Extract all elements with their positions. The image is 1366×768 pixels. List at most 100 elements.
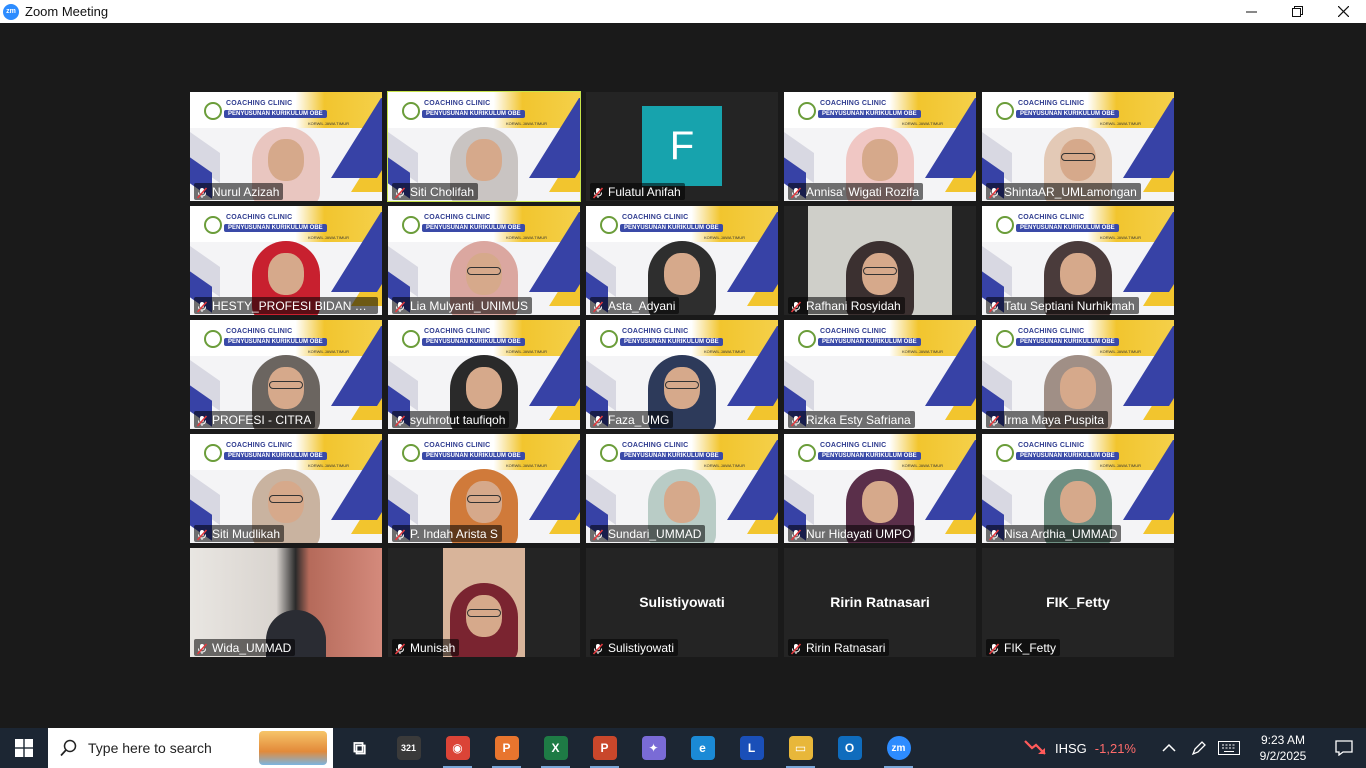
participant-tile[interactable]: COACHING CLINIC PENYUSUNAN KURIKULUM OBE K… — [388, 320, 580, 429]
participant-name: Nisa Ardhia_UMMAD — [1004, 526, 1118, 541]
mic-muted-icon — [196, 300, 208, 313]
taskbar-search[interactable]: Type here to search — [48, 728, 333, 768]
participant-tile[interactable]: F Fulatul Anifah — [586, 92, 778, 201]
participant-tile[interactable]: Rafhani Rosyidah — [784, 206, 976, 315]
participant-tile[interactable]: COACHING CLINIC PENYUSUNAN KURIKULUM OBE K… — [388, 206, 580, 315]
participant-tile[interactable]: Wida_UMMAD — [190, 548, 382, 657]
participant-tile[interactable]: COACHING CLINIC PENYUSUNAN KURIKULUM OBE K… — [388, 434, 580, 543]
taskbar-app-button[interactable]: P — [482, 728, 531, 768]
taskbar-app-button[interactable]: ⧉ — [335, 728, 384, 768]
participant-tile[interactable]: COACHING CLINIC PENYUSUNAN KURIKULUM OBE K… — [190, 92, 382, 201]
participant-name: Munisah — [410, 640, 456, 655]
participant-name-label: Nisa Ardhia_UMMAD — [986, 525, 1122, 542]
banner-title: COACHING CLINIC — [820, 100, 887, 107]
participant-tile[interactable]: Ririn Ratnasari Ririn Ratnasari — [784, 548, 976, 657]
face-shape — [466, 139, 502, 181]
participant-tile[interactable]: COACHING CLINIC PENYUSUNAN KURIKULUM OBE K… — [784, 434, 976, 543]
taskbar-app-button[interactable]: e — [678, 728, 727, 768]
participant-tile[interactable]: COACHING CLINIC PENYUSUNAN KURIKULUM OBE K… — [982, 206, 1174, 315]
participant-tile[interactable]: COACHING CLINIC PENYUSUNAN KURIKULUM OBE K… — [784, 92, 976, 201]
institution-logo-icon — [996, 330, 1014, 348]
keyboard-icon — [1218, 741, 1240, 755]
pen-menu-button[interactable] — [1184, 728, 1214, 768]
search-icon — [60, 739, 77, 757]
participant-name-label: ShintaAR_UMLamongan — [986, 183, 1141, 200]
taskbar-app-button[interactable]: 321 — [384, 728, 433, 768]
face-shape — [862, 139, 898, 181]
mic-muted-icon — [394, 414, 406, 427]
face-shape — [862, 481, 898, 523]
mic-muted-icon — [790, 300, 802, 313]
show-hidden-icons-button[interactable] — [1154, 728, 1184, 768]
taskbar-app-button[interactable]: ◉ — [433, 728, 482, 768]
window-controls — [1228, 0, 1366, 23]
stock-widget[interactable]: IHSG -1,21% — [1023, 738, 1136, 758]
taskbar-app-button[interactable]: O — [825, 728, 874, 768]
participant-name: Rafhani Rosyidah — [806, 298, 901, 313]
participant-name: Sundari_UMMAD — [608, 526, 702, 541]
participant-name-label: Siti Mudlikah — [194, 525, 285, 542]
participant-tile[interactable]: COACHING CLINIC PENYUSUNAN KURIKULUM OBE K… — [387, 91, 581, 202]
minimize-button[interactable] — [1228, 0, 1274, 23]
institution-logo-icon — [798, 444, 816, 462]
participant-tile[interactable]: COACHING CLINIC PENYUSUNAN KURIKULUM OBE K… — [586, 320, 778, 429]
participant-name-label: HESTY_PROFESI BIDAN UM... — [194, 297, 378, 314]
participant-tile[interactable]: COACHING CLINIC PENYUSUNAN KURIKULUM OBE K… — [586, 434, 778, 543]
institution-logo-icon — [798, 102, 816, 120]
file-explorer-icon: ▭ — [788, 736, 813, 760]
pdf-app-icon: P — [494, 736, 519, 760]
participant-name-label: PROFESI - CITRA — [194, 411, 316, 428]
participant-name: Rizka Esty Safriana — [806, 412, 911, 427]
restore-button[interactable] — [1274, 0, 1320, 23]
institution-logo-icon — [204, 444, 222, 462]
participant-name-label: Tatu Septiani Nurhikmah — [986, 297, 1139, 314]
taskbar-app-button[interactable]: ✦ — [629, 728, 678, 768]
banner-title: COACHING CLINIC — [226, 214, 293, 221]
participant-tile[interactable]: COACHING CLINIC PENYUSUNAN KURIKULUM OBE K… — [982, 434, 1174, 543]
copilot-icon: ✦ — [641, 736, 666, 760]
search-highlight-image[interactable] — [259, 731, 327, 765]
participant-tile[interactable]: COACHING CLINIC PENYUSUNAN KURIKULUM OBE K… — [982, 92, 1174, 201]
mic-muted-icon — [592, 642, 604, 655]
touch-keyboard-button[interactable] — [1214, 728, 1244, 768]
participant-name-label: Munisah — [392, 639, 460, 656]
participant-name-label: Faza_UMG — [590, 411, 674, 428]
taskbar-app-button[interactable]: L — [727, 728, 776, 768]
system-tray: IHSG -1,21% 9:23 AM 9/2/2025 — [1023, 728, 1366, 768]
participant-tile[interactable]: COACHING CLINIC PENYUSUNAN KURIKULUM OBE K… — [982, 320, 1174, 429]
taskbar-app-button[interactable]: P — [580, 728, 629, 768]
participant-tile[interactable]: COACHING CLINIC PENYUSUNAN KURIKULUM OBE K… — [190, 206, 382, 315]
glasses-shape — [665, 381, 699, 389]
start-button[interactable] — [0, 728, 48, 768]
participant-name-label: Lia Mulyanti_UNIMUS — [392, 297, 533, 314]
participant-tile[interactable]: COACHING CLINIC PENYUSUNAN KURIKULUM OBE K… — [190, 320, 382, 429]
participant-name: syuhrotut taufiqoh — [410, 412, 506, 427]
participant-tile[interactable]: FIK_Fetty FIK_Fetty — [982, 548, 1174, 657]
participant-name-label: Irma Maya Puspita — [986, 411, 1109, 428]
window-title: Zoom Meeting — [25, 4, 109, 19]
participant-tile[interactable]: Munisah — [388, 548, 580, 657]
mic-muted-icon — [592, 414, 604, 427]
taskbar-app-button[interactable]: X — [531, 728, 580, 768]
banner-title: COACHING CLINIC — [226, 100, 293, 107]
banner-title: COACHING CLINIC — [622, 328, 689, 335]
clock-time: 9:23 AM — [1260, 733, 1306, 747]
close-button[interactable] — [1320, 0, 1366, 23]
mic-muted-icon — [592, 186, 604, 199]
taskbar-app-button[interactable]: zm — [874, 728, 923, 768]
participant-tile[interactable]: COACHING CLINIC PENYUSUNAN KURIKULUM OBE K… — [190, 434, 382, 543]
participant-name-label: Rizka Esty Safriana — [788, 411, 915, 428]
banner-region: KORWIL JAWA TIMUR — [902, 349, 943, 354]
mic-muted-icon — [988, 186, 1000, 199]
participant-tile[interactable]: Sulistiyowati Sulistiyowati — [586, 548, 778, 657]
calendar-app-icon: 321 — [396, 736, 421, 760]
face-shape — [1060, 253, 1096, 295]
taskbar-app-button[interactable]: ▭ — [776, 728, 825, 768]
minimize-icon — [1245, 11, 1257, 13]
taskbar-clock[interactable]: 9:23 AM 9/2/2025 — [1244, 732, 1322, 764]
notifications-button[interactable] — [1322, 740, 1366, 756]
zoom-logo-icon: zm — [3, 3, 19, 20]
institution-logo-icon — [600, 444, 618, 462]
participant-tile[interactable]: COACHING CLINIC PENYUSUNAN KURIKULUM OBE K… — [784, 320, 976, 429]
participant-tile[interactable]: COACHING CLINIC PENYUSUNAN KURIKULUM OBE K… — [586, 206, 778, 315]
